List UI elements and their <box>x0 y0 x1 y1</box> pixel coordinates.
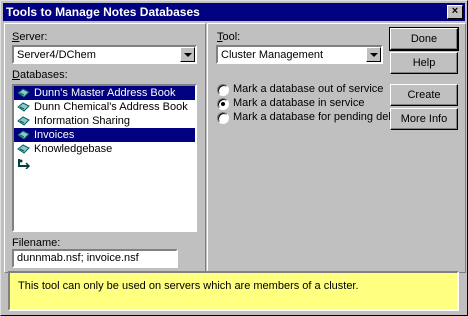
close-button[interactable]: × <box>447 5 463 19</box>
tool-combobox[interactable]: Cluster Management <box>216 45 383 64</box>
list-item[interactable]: Invoices <box>14 128 195 142</box>
window-title: Tools to Manage Notes Databases <box>6 5 200 19</box>
close-icon: × <box>451 5 459 17</box>
list-item[interactable]: Dunn Chemical's Address Book <box>14 100 195 114</box>
database-icon <box>17 116 30 126</box>
database-icon <box>17 88 30 98</box>
dialog-window: Tools to Manage Notes Databases × Server… <box>0 0 468 316</box>
more-info-button[interactable]: More Info <box>390 108 458 130</box>
server-combobox[interactable]: Server4/DChem <box>12 45 197 64</box>
title-bar: Tools to Manage Notes Databases × <box>3 3 465 21</box>
tool-value: Cluster Management <box>221 49 324 61</box>
server-label: Server: <box>12 31 48 43</box>
filename-field[interactable]: dunnmab.nsf; invoice.nsf <box>12 249 178 268</box>
tool-label: Tool: <box>217 31 241 43</box>
filename-label: Filename: <box>12 237 61 249</box>
server-value: Server4/DChem <box>17 49 96 61</box>
chevron-down-icon[interactable] <box>366 47 381 62</box>
chevron-down-icon[interactable] <box>180 47 195 62</box>
list-item[interactable] <box>14 156 195 170</box>
done-button[interactable]: Done <box>389 27 459 51</box>
database-icon <box>17 130 30 140</box>
radio-button[interactable] <box>217 112 229 124</box>
database-icon <box>17 144 30 154</box>
radio-button[interactable] <box>217 84 229 96</box>
databases-label: Databases: <box>12 69 68 81</box>
help-button[interactable]: Help <box>390 52 458 74</box>
list-item[interactable]: Information Sharing <box>14 114 195 128</box>
create-button[interactable]: Create <box>390 84 458 106</box>
list-item[interactable]: Knowledgebase <box>14 142 195 156</box>
database-panel: Server: Server4/DChem Databases: Dunn's … <box>4 23 206 273</box>
list-item[interactable]: Dunn's Master Address Book <box>14 86 195 100</box>
radio-button[interactable] <box>217 98 229 110</box>
hint-box: This tool can only be used on servers wh… <box>8 271 459 311</box>
databases-listbox[interactable]: Dunn's Master Address Book Dunn Chemical… <box>12 84 197 232</box>
database-icon <box>17 102 30 112</box>
more-databases-icon <box>18 159 31 169</box>
